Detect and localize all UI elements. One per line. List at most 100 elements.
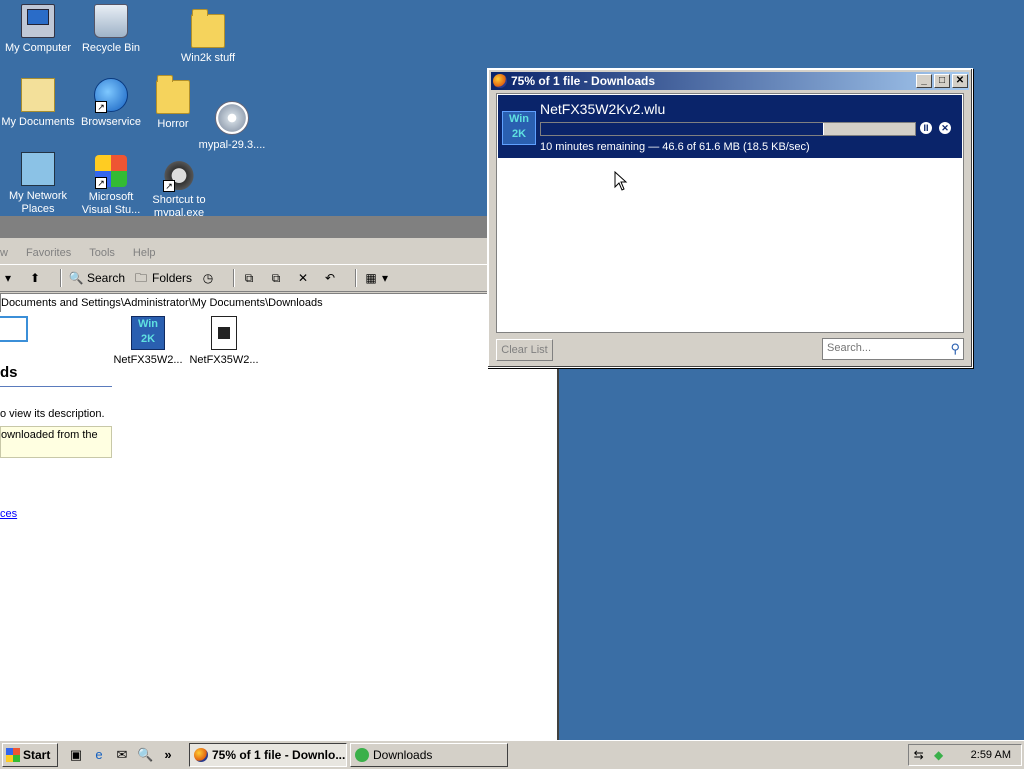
internet-explorer-icon <box>94 78 128 113</box>
folders-icon: 🗀 <box>135 271 148 285</box>
desktop-icon-label: Win2k stuff <box>180 52 236 64</box>
file-item[interactable]: NetFX35W2... <box>186 316 262 366</box>
firefox-icon <box>194 748 208 762</box>
chevron-down-icon: ▾ <box>382 271 389 285</box>
undo-icon: ↶ <box>325 271 336 285</box>
system-tray: ⇆ ◆ 2:59 AM <box>908 744 1022 766</box>
download-search-box: ⚲ <box>822 338 964 360</box>
download-status: 10 minutes remaining — 46.6 of 61.6 MB (… <box>540 141 810 153</box>
desktop-icon-my-network-places[interactable]: My Network Places <box>0 152 76 216</box>
history-icon: ◷ <box>202 271 214 285</box>
outlook-express-icon[interactable]: ✉ <box>114 747 130 763</box>
download-list[interactable]: Win 2K NetFX35W2Kv2.wlu II ✕ 10 minutes r… <box>496 93 964 333</box>
network-tray-icon[interactable]: ⇆ <box>911 747 927 763</box>
downloads-window: 75% of 1 file - Downloads _ □ ✕ Win 2K Ne… <box>487 68 973 368</box>
desktop-icon-visual-studio[interactable]: Microsoft Visual Stu... <box>73 155 149 217</box>
address-bar: Documents and Settings\Administrator\My … <box>0 292 557 314</box>
recycle-bin-icon <box>94 4 128 38</box>
webview-info-box: ownloaded from the <box>0 426 112 458</box>
desktop-icon-my-documents[interactable]: My Documents <box>0 78 76 129</box>
show-desktop-icon[interactable]: ▣ <box>68 747 84 763</box>
desktop-icon-my-computer[interactable]: My Computer <box>0 4 76 55</box>
search-icon[interactable]: ⚲ <box>950 341 960 357</box>
search-icon: 🔍 <box>68 271 84 285</box>
explorer-content: ds o view its description. ownloaded fro… <box>0 312 557 740</box>
folders-button[interactable]: 🗀 Folders <box>133 270 192 286</box>
desktop-icon-recycle-bin[interactable]: Recycle Bin <box>73 4 149 55</box>
chevron-more-icon[interactable]: » <box>160 747 176 763</box>
mouse-cursor <box>614 170 628 194</box>
desktop-icon-label: Recycle Bin <box>81 42 141 54</box>
close-button[interactable]: ✕ <box>952 74 968 88</box>
mypal-raccoon-icon <box>163 158 195 192</box>
task-button-downloads-folder[interactable]: Downloads <box>350 743 508 767</box>
win2k-update-icon: Win 2K <box>131 316 165 350</box>
desktop-icon-label: My Network Places <box>8 190 68 215</box>
security-tray-icon[interactable]: ◆ <box>931 747 947 763</box>
folder-icon <box>191 9 225 48</box>
move-to-icon: ⧉ <box>244 271 254 285</box>
menu-favorites[interactable]: Favorites <box>26 247 71 259</box>
menu-view[interactable]: w <box>0 247 8 259</box>
history-button[interactable]: ◷ <box>200 270 219 286</box>
task-button-downloads-progress[interactable]: 75% of 1 file - Downlo... <box>189 743 347 767</box>
quick-launch: ▣ e ✉ 🔍 » <box>68 747 183 763</box>
up-folder-icon: ⬆ <box>29 271 41 285</box>
taskbar: Start ▣ e ✉ 🔍 » 75% of 1 file - Downlo..… <box>0 740 1024 769</box>
download-search-input[interactable] <box>823 339 943 357</box>
cancel-button[interactable]: ✕ <box>939 122 951 134</box>
explorer-title-bar[interactable] <box>0 216 557 238</box>
downloads-folder-icon <box>355 748 369 762</box>
file-item-label: NetFX35W2... <box>189 354 259 366</box>
desktop-icon-mypal-installer[interactable]: mypal-29.3.... <box>194 101 270 152</box>
copy-to-button[interactable]: ⧉ <box>268 270 287 286</box>
delete-x-icon: ✕ <box>298 271 309 285</box>
file-item[interactable]: Win 2K NetFX35W2... <box>110 316 186 366</box>
visual-studio-icon <box>95 155 127 189</box>
network-places-icon <box>21 152 55 186</box>
explorer-toolbar: ▾ ⬆ 🔍 Search 🗀 Folders ◷ ⧉ ⧉ ✕ ↶ ▦ ▾ <box>0 264 557 292</box>
win2k-update-icon: Win 2K <box>502 111 536 145</box>
maximize-button[interactable]: □ <box>934 74 950 88</box>
pause-button[interactable]: II <box>920 122 932 134</box>
address-input[interactable]: Documents and Settings\Administrator\My … <box>0 293 488 313</box>
explorer-menu-bar: w Favorites Tools Help <box>0 242 557 264</box>
download-filename: NetFX35W2Kv2.wlu <box>540 101 666 117</box>
clear-list-button[interactable]: Clear List <box>496 339 553 361</box>
up-folder-button[interactable]: ⬆ <box>27 270 46 286</box>
windows-logo-icon <box>6 748 20 762</box>
webview-folder-title: ds <box>0 364 18 381</box>
downloads-title-bar[interactable]: 75% of 1 file - Downloads _ □ ✕ <box>491 72 969 90</box>
document-icon <box>211 316 237 350</box>
delete-button[interactable]: ✕ <box>295 270 314 286</box>
copy-to-icon: ⧉ <box>271 271 281 285</box>
minimize-button[interactable]: _ <box>916 74 932 88</box>
start-button[interactable]: Start <box>2 743 58 767</box>
views-grid-icon: ▦ <box>365 271 377 285</box>
move-to-button[interactable]: ⧉ <box>241 270 260 286</box>
undo-button[interactable]: ↶ <box>322 270 341 286</box>
internet-explorer-icon[interactable]: e <box>91 747 107 763</box>
clock[interactable]: 2:59 AM <box>971 749 1011 761</box>
desktop-icon-mypal-shortcut[interactable]: Shortcut to mypal.exe <box>141 158 217 216</box>
explorer-window: w Favorites Tools Help ▾ ⬆ 🔍 Search 🗀 Fold… <box>0 216 559 740</box>
webview-link[interactable]: ces <box>0 508 17 520</box>
download-item[interactable]: Win 2K NetFX35W2Kv2.wlu II ✕ 10 minutes r… <box>498 95 962 158</box>
chevron-down-icon: ▾ <box>4 271 12 285</box>
my-documents-icon <box>21 78 55 112</box>
desktop-icon-label: My Documents <box>1 116 75 128</box>
search-button[interactable]: 🔍 Search <box>68 270 126 286</box>
menu-help[interactable]: Help <box>133 247 156 259</box>
desktop-icon-win2k-stuff[interactable]: Win2k stuff <box>170 9 246 65</box>
firefox-icon <box>493 74 507 88</box>
explorer-search-icon[interactable]: 🔍 <box>137 747 153 763</box>
folder-icon <box>156 75 190 114</box>
desktop-icon-label: Microsoft Visual Stu... <box>81 191 141 216</box>
webview-description: o view its description. <box>0 408 105 420</box>
back-dropdown-button[interactable]: ▾ <box>0 270 19 286</box>
views-button[interactable]: ▦ ▾ <box>363 270 388 286</box>
menu-tools[interactable]: Tools <box>89 247 115 259</box>
folder-outline-icon <box>0 316 28 342</box>
download-progress-fill <box>541 123 825 135</box>
download-progress-bar <box>540 122 916 136</box>
